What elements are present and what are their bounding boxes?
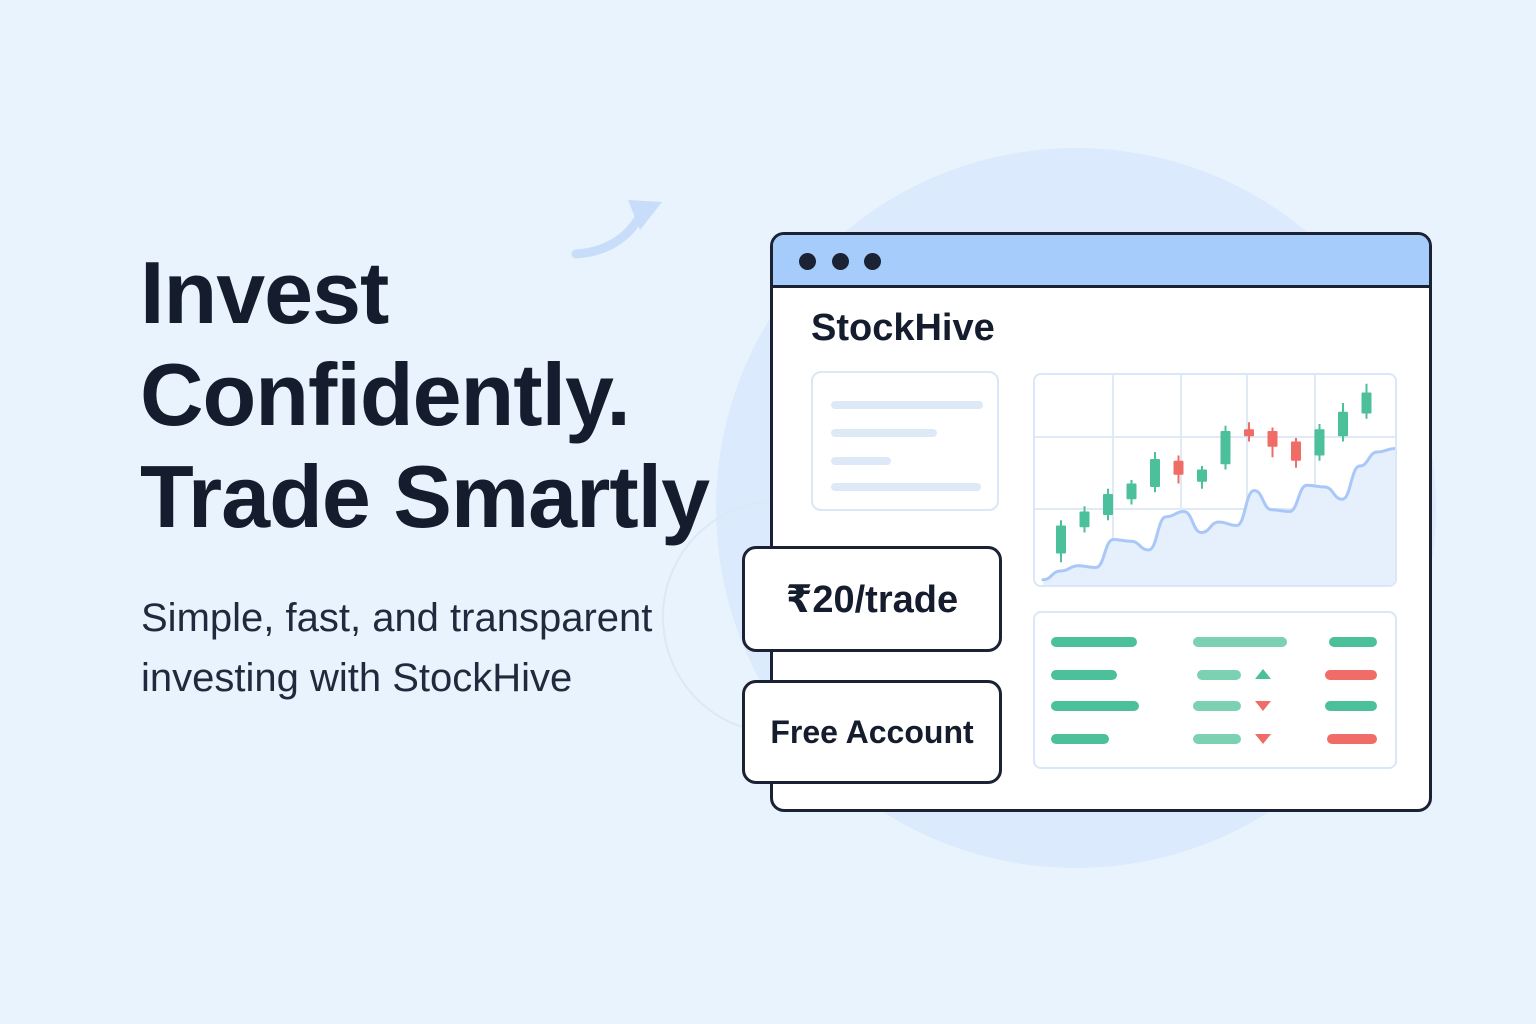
candlestick-up [1361, 392, 1372, 414]
window-titlebar [773, 235, 1429, 288]
triangle-up-icon [1255, 669, 1271, 679]
candlestick-down [1291, 441, 1301, 461]
text-placeholder-line [831, 429, 937, 437]
candlestick-up [1338, 411, 1348, 437]
headline-line-1: Invest [140, 243, 389, 342]
text-placeholder-card [811, 371, 999, 511]
table-cell-bar [1051, 734, 1109, 744]
table-cell-bar [1193, 701, 1241, 711]
candlestick-down [1173, 460, 1184, 475]
table-cell-bar [1329, 637, 1377, 647]
text-placeholder-line [831, 483, 981, 491]
candlestick-down [1244, 429, 1254, 437]
table-cell-bar [1193, 637, 1287, 647]
table-cell-bar [1327, 734, 1377, 744]
table-cell-bar [1325, 670, 1377, 680]
hero-headline: Invest Confidently. Trade Smartly [140, 242, 710, 548]
table-cell-bar [1051, 670, 1117, 680]
candlestick-up [1314, 429, 1325, 456]
app-brand-name: StockHive [811, 307, 995, 349]
headline-line-2: Confidently. [140, 345, 631, 444]
table-cell-bar [1325, 701, 1377, 711]
price-chart-panel [1033, 373, 1397, 587]
table-cell-bar [1193, 734, 1241, 744]
watchlist-table [1033, 611, 1397, 769]
table-cell-bar [1051, 701, 1139, 711]
candlestick-up [1220, 431, 1231, 465]
hero-subtitle: Simple, fast, and transparent investing … [141, 596, 653, 700]
candlestick-up [1079, 511, 1090, 528]
table-cell-bar [1051, 637, 1137, 647]
headline-line-3: Trade Smartly [140, 447, 710, 546]
text-placeholder-line [831, 457, 891, 465]
candlestick-down [1267, 431, 1278, 447]
chart-area-fill [1043, 448, 1395, 585]
price-per-trade-badge: ₹20/trade [742, 546, 1002, 652]
candlestick-up [1056, 525, 1066, 554]
triangle-down-icon [1255, 734, 1271, 744]
candlestick-up [1150, 459, 1160, 487]
text-placeholder-line [831, 401, 983, 409]
dot-icon [832, 253, 849, 270]
free-account-badge: Free Account [742, 680, 1002, 784]
candlestick-up [1126, 483, 1137, 500]
price-chart [1035, 375, 1395, 585]
dot-icon [799, 253, 816, 270]
table-cell-bar [1197, 670, 1241, 680]
candlestick-up [1197, 469, 1207, 482]
dot-icon [864, 253, 881, 270]
candlestick-up [1103, 494, 1113, 515]
triangle-down-icon [1255, 701, 1271, 711]
